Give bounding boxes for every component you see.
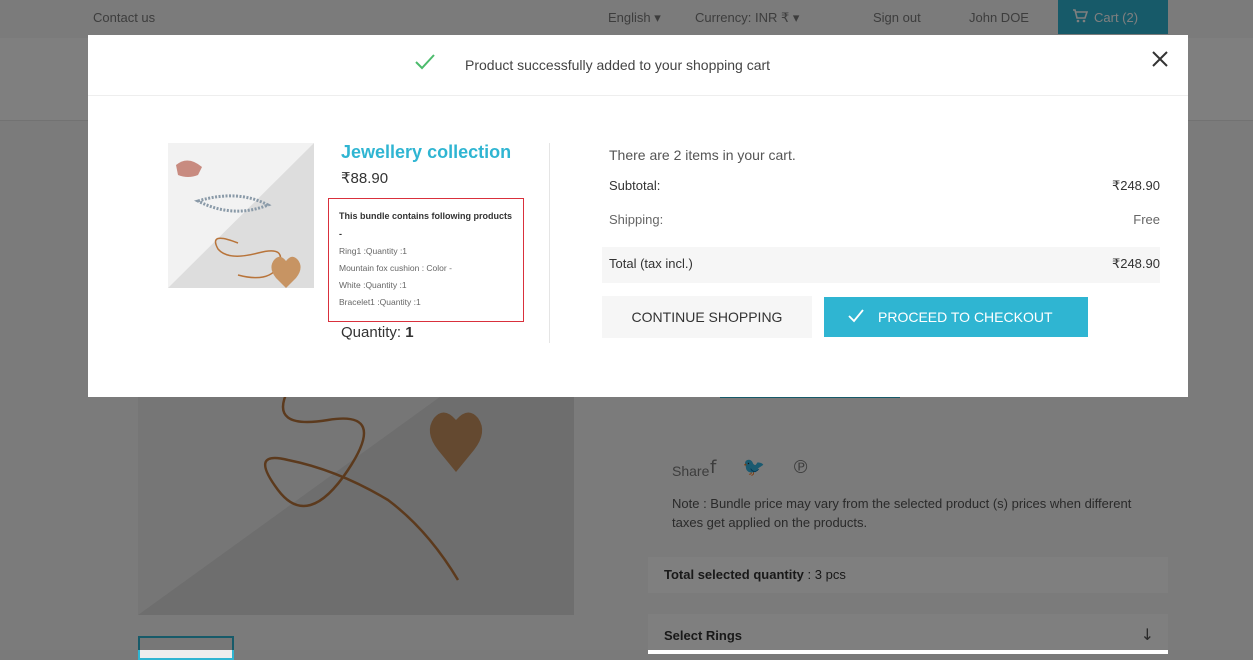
bundle-line: Mountain fox cushion : Color - [339, 263, 452, 273]
close-icon[interactable] [1150, 49, 1170, 69]
shipping-value: Free [1133, 212, 1160, 227]
cart-items-count: There are 2 items in your cart. [609, 147, 796, 163]
check-icon [848, 309, 864, 323]
cart-confirmation-modal: Product successfully added to your shopp… [88, 35, 1188, 397]
modal-header: Product successfully added to your shopp… [88, 35, 1188, 96]
quantity-label: Quantity: [341, 324, 402, 341]
modal-product-image [168, 143, 314, 288]
modal-title: Product successfully added to your shopp… [465, 57, 771, 73]
subtotal-row: Subtotal: ₹248.90 [602, 169, 1160, 205]
quantity-value: 1 [405, 324, 414, 341]
subtotal-label: Subtotal: [609, 178, 661, 193]
check-icon [415, 54, 435, 70]
proceed-to-checkout-button[interactable]: PROCEED TO CHECKOUT [824, 297, 1088, 337]
total-label: Total (tax incl.) [609, 256, 693, 271]
total-value: ₹248.90 [1111, 256, 1160, 271]
bundle-line: White :Quantity :1 [339, 280, 407, 290]
vertical-divider [549, 143, 550, 343]
bundle-contents-box: This bundle contains following products … [328, 198, 524, 322]
bundle-title: This bundle contains following products … [339, 211, 512, 239]
shipping-row: Shipping: Free [602, 203, 1160, 239]
total-row: Total (tax incl.) ₹248.90 [602, 247, 1160, 283]
shipping-label: Shipping: [609, 212, 664, 227]
bundle-line: Ring1 :Quantity :1 [339, 246, 408, 256]
product-details: Jewellery collection ₹88.90 This bundle … [328, 142, 551, 322]
product-name[interactable]: Jewellery collection [341, 142, 551, 163]
quantity: Quantity: 1 [341, 324, 414, 341]
subtotal-value: ₹248.90 [1111, 178, 1160, 193]
checkout-label: PROCEED TO CHECKOUT [878, 309, 1053, 325]
bundle-line: Bracelet1 :Quantity :1 [339, 297, 421, 307]
product-price: ₹88.90 [341, 170, 389, 187]
continue-shopping-button[interactable]: CONTINUE SHOPPING [602, 296, 812, 338]
